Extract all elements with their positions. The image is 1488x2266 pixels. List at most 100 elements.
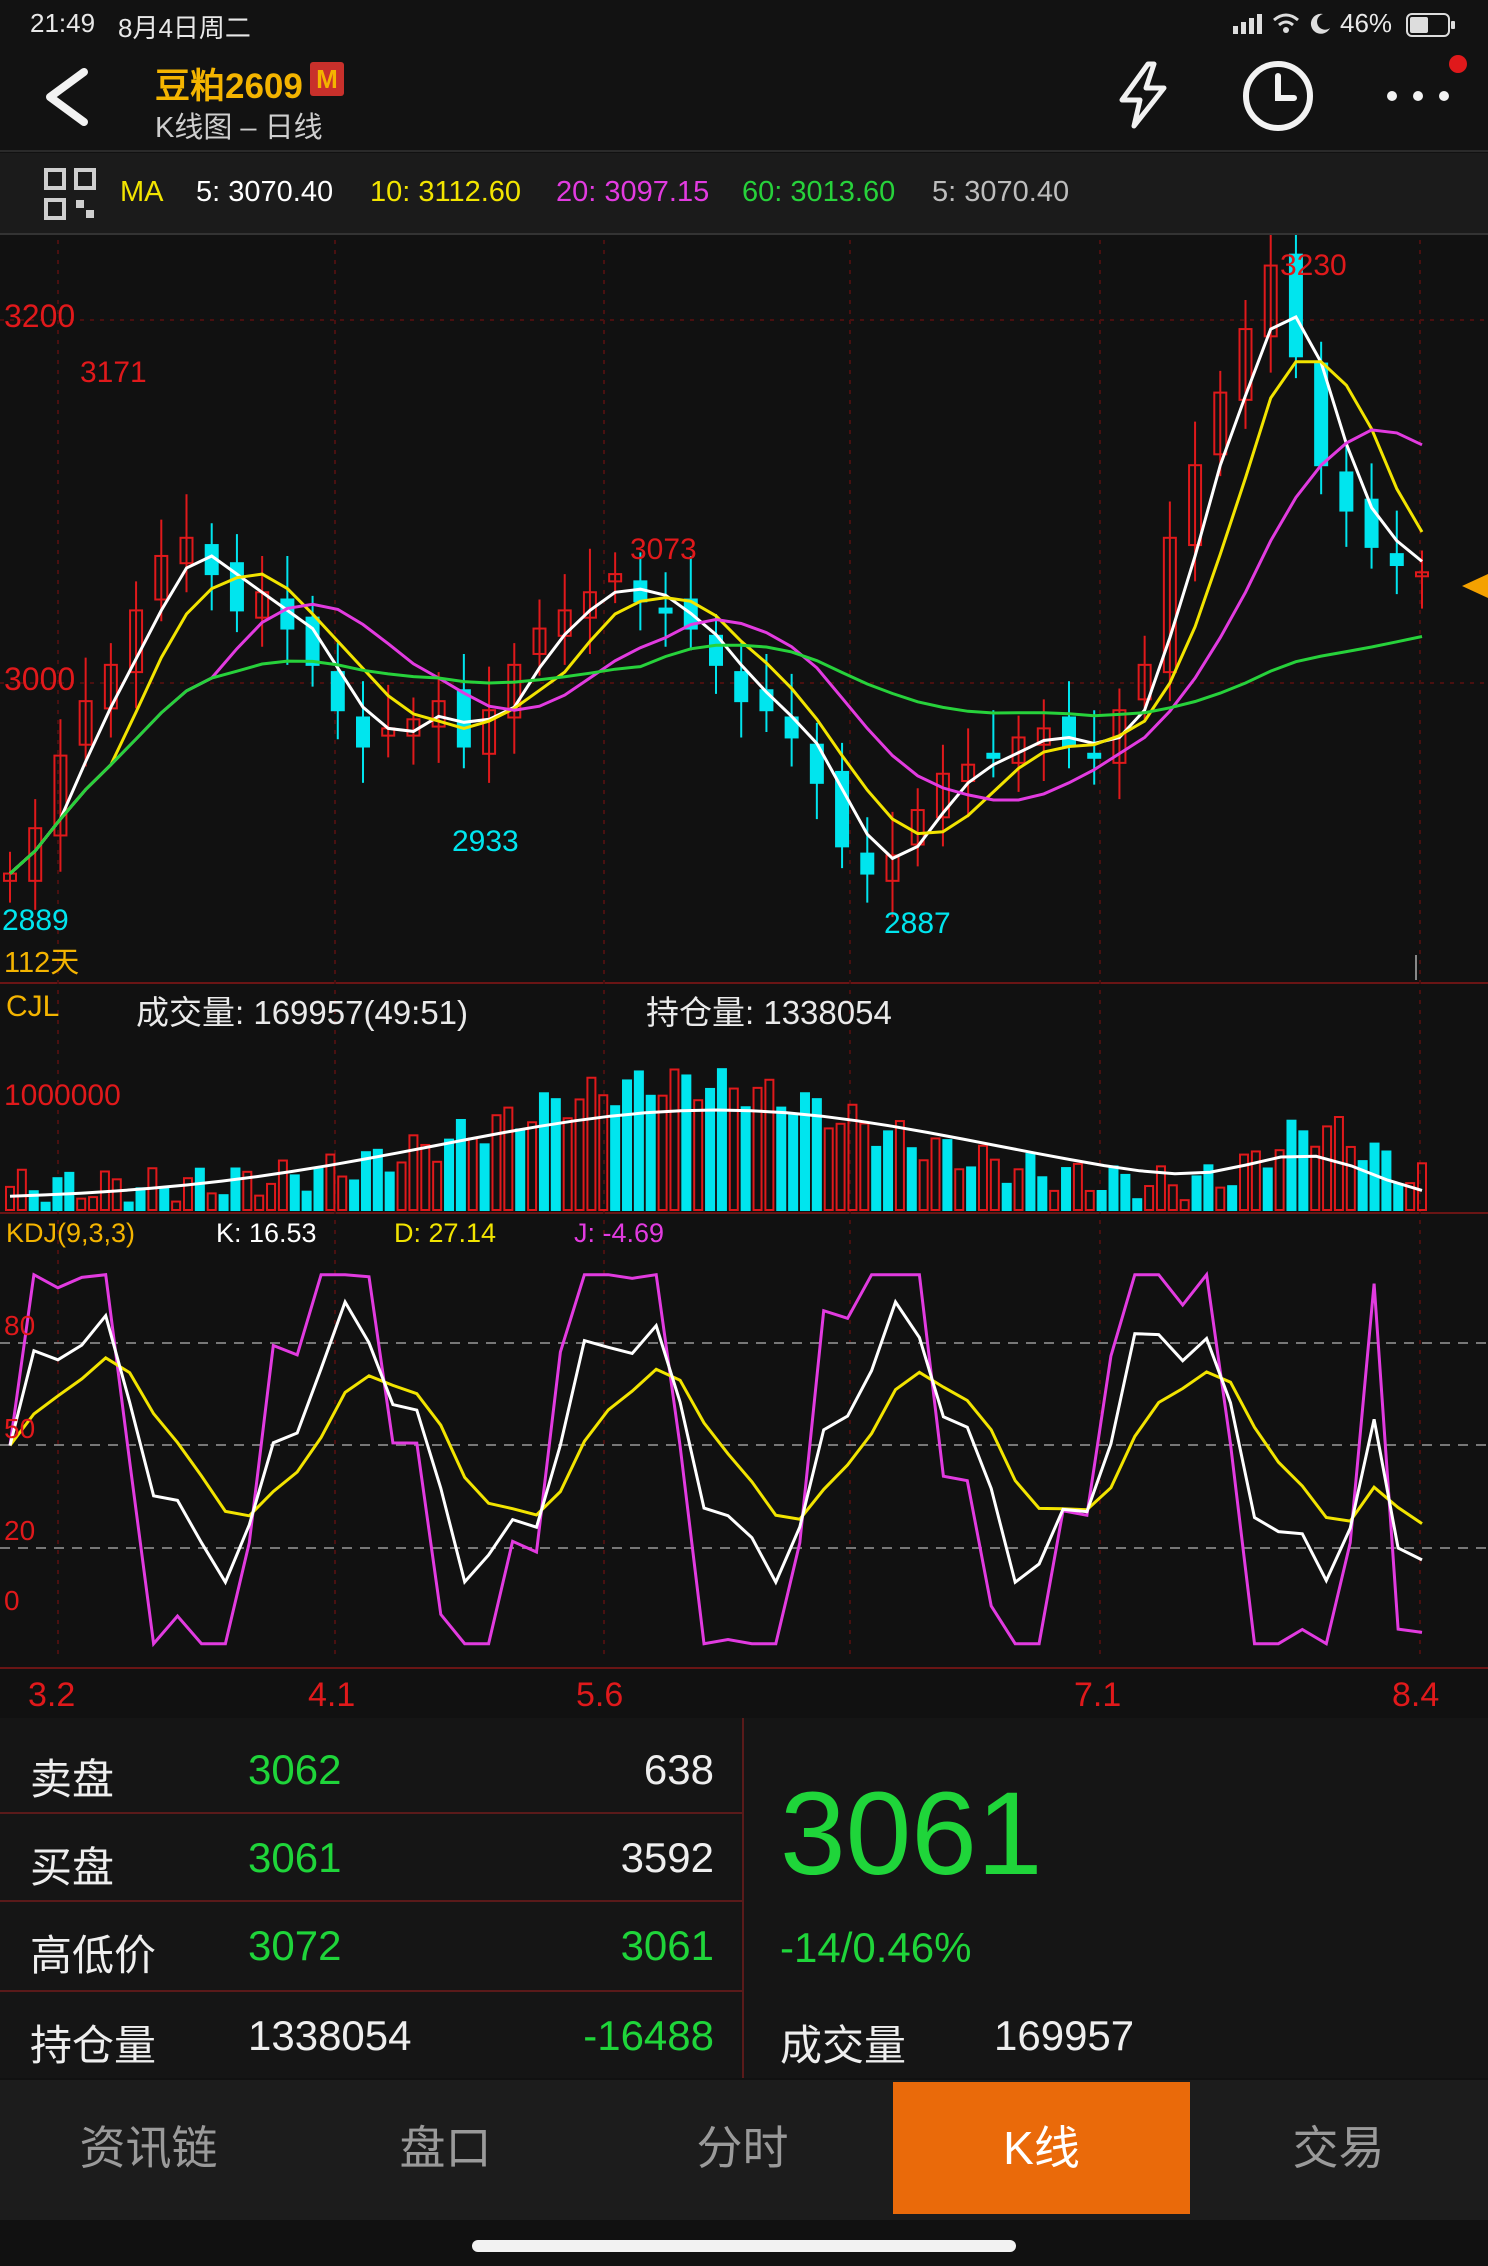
bid-price: 3061 xyxy=(248,1834,342,1881)
tab-kline[interactable]: K线 xyxy=(893,2082,1190,2214)
date-label-8-4: 8.4 xyxy=(1392,1676,1439,1714)
kdj-j-value: J: -4.69 xyxy=(574,1218,664,1248)
moon-icon xyxy=(1310,13,1330,34)
volume-bar xyxy=(1108,1165,1119,1211)
ma10-value: 10: 3112.60 xyxy=(370,176,522,208)
volume-bar xyxy=(906,1147,917,1211)
status-date: 8月4日周二 xyxy=(118,13,251,43)
high-low-label: 高低价 xyxy=(30,1932,157,1979)
volume-bar xyxy=(622,1079,633,1211)
ma20-value: 20: 3097.15 xyxy=(556,176,710,208)
tab-trade[interactable]: 交易 xyxy=(1190,2082,1487,2214)
volume-label: 成交量 xyxy=(780,2022,907,2069)
battery-percent: 46% xyxy=(1340,8,1393,38)
volume-readout: 成交量: 169957(49:51) xyxy=(136,994,468,1031)
lightning-icon[interactable] xyxy=(1108,60,1178,130)
open-interest-label: 持仓量 xyxy=(30,2022,157,2069)
candle-body xyxy=(1339,471,1354,512)
volume-bar xyxy=(289,1174,300,1212)
volume-bar xyxy=(123,1201,134,1211)
volume-bar xyxy=(610,1105,621,1212)
ask-label: 卖盘 xyxy=(30,1756,115,1803)
volume-bar xyxy=(681,1074,692,1211)
volume-bar xyxy=(716,1068,727,1212)
volume-tick-1000000: 1000000 xyxy=(4,1079,121,1112)
volume-bar xyxy=(1025,1153,1036,1212)
volume-bar xyxy=(1061,1167,1072,1211)
annotation-high-3171: 3171 xyxy=(80,356,147,389)
volume-bar xyxy=(372,1148,383,1211)
kdj-tick-20: 20 xyxy=(4,1515,35,1546)
volume-bar xyxy=(1227,1185,1238,1211)
volume-value: 169957 xyxy=(994,2012,1135,2059)
volume-bar xyxy=(966,1166,977,1212)
volume-bar xyxy=(349,1179,360,1211)
volume-bar xyxy=(218,1194,229,1211)
volume-bar xyxy=(705,1087,716,1211)
status-time: 21:49 xyxy=(30,8,96,38)
volume-bar xyxy=(40,1201,51,1212)
divider xyxy=(0,1812,742,1814)
home-indicator xyxy=(472,2240,1016,2252)
date-label-4-1: 4.1 xyxy=(308,1676,355,1714)
volume-bar xyxy=(1120,1173,1131,1211)
volume-bar xyxy=(479,1143,490,1211)
ma5-repeat-value: 5: 3070.40 xyxy=(932,176,1070,208)
volume-bar xyxy=(64,1171,75,1211)
candle-body xyxy=(330,671,345,712)
price-change: -14/0.46% xyxy=(780,1924,972,1971)
back-icon[interactable] xyxy=(32,62,102,132)
kline-chart[interactable]: 3200 3000 3171 3073 3230 2933 2887 2889 … xyxy=(0,235,1488,1715)
tab-order-book[interactable]: 盘口 xyxy=(297,2082,594,2214)
bid-label: 买盘 xyxy=(30,1844,115,1891)
volume-bar xyxy=(633,1070,644,1212)
low-price: 3061 xyxy=(620,1922,714,1969)
volume-bar xyxy=(1037,1176,1048,1211)
wifi-icon xyxy=(1273,13,1299,33)
kdj-tick-80: 80 xyxy=(4,1310,35,1341)
tab-intraday[interactable]: 分时 xyxy=(594,2082,891,2214)
volume-bar xyxy=(313,1167,324,1211)
volume-bar xyxy=(1096,1189,1107,1212)
high-price: 3072 xyxy=(248,1922,342,1969)
volume-bar xyxy=(1286,1119,1297,1211)
more-icon[interactable] xyxy=(1380,50,1470,120)
open-interest-value: 1338054 xyxy=(248,2012,412,2059)
volume-bar xyxy=(776,1106,787,1211)
candle-body xyxy=(734,671,749,703)
date-label-5-6: 5.6 xyxy=(576,1676,623,1714)
kdj-tick-0: 0 xyxy=(4,1585,20,1616)
date-label-7-1: 7.1 xyxy=(1074,1676,1121,1714)
candle-body xyxy=(1389,553,1404,567)
candle-body xyxy=(1062,716,1076,748)
volume-bar xyxy=(788,1114,799,1211)
ma5-value: 5: 3070.40 xyxy=(196,176,334,208)
volume-bar xyxy=(135,1187,146,1211)
volume-bar xyxy=(1001,1182,1012,1212)
contract-title: 豆粕2609 xyxy=(155,67,303,106)
volume-bar xyxy=(455,1118,466,1211)
volume-bar xyxy=(1393,1183,1404,1211)
candle-body xyxy=(658,607,673,614)
bid-qty: 3592 xyxy=(620,1834,714,1881)
annotation-high-3230: 3230 xyxy=(1280,249,1347,282)
volume-bar xyxy=(159,1186,170,1211)
clock-icon[interactable] xyxy=(1240,58,1316,134)
kdj-k-value: K: 16.53 xyxy=(216,1218,317,1248)
volume-bar xyxy=(538,1092,549,1212)
chart-subtitle: K线图 – 日线 xyxy=(155,112,323,144)
volume-bar xyxy=(740,1106,751,1212)
ma-label: MA xyxy=(120,176,164,208)
kdj-tick-50: 50 xyxy=(4,1413,35,1444)
divider xyxy=(0,1990,742,1992)
order-book-panel xyxy=(0,1718,1488,2078)
volume-bar xyxy=(230,1167,241,1211)
candle-body xyxy=(986,752,1001,759)
volume-bar xyxy=(444,1138,455,1212)
ask-qty: 638 xyxy=(643,1746,714,1793)
tab-news-chain[interactable]: 资讯链 xyxy=(0,2082,297,2214)
signal-icon xyxy=(1233,14,1262,34)
volume-bar xyxy=(799,1092,810,1211)
candle-body xyxy=(1087,752,1102,759)
grid-menu-icon[interactable] xyxy=(42,166,98,222)
